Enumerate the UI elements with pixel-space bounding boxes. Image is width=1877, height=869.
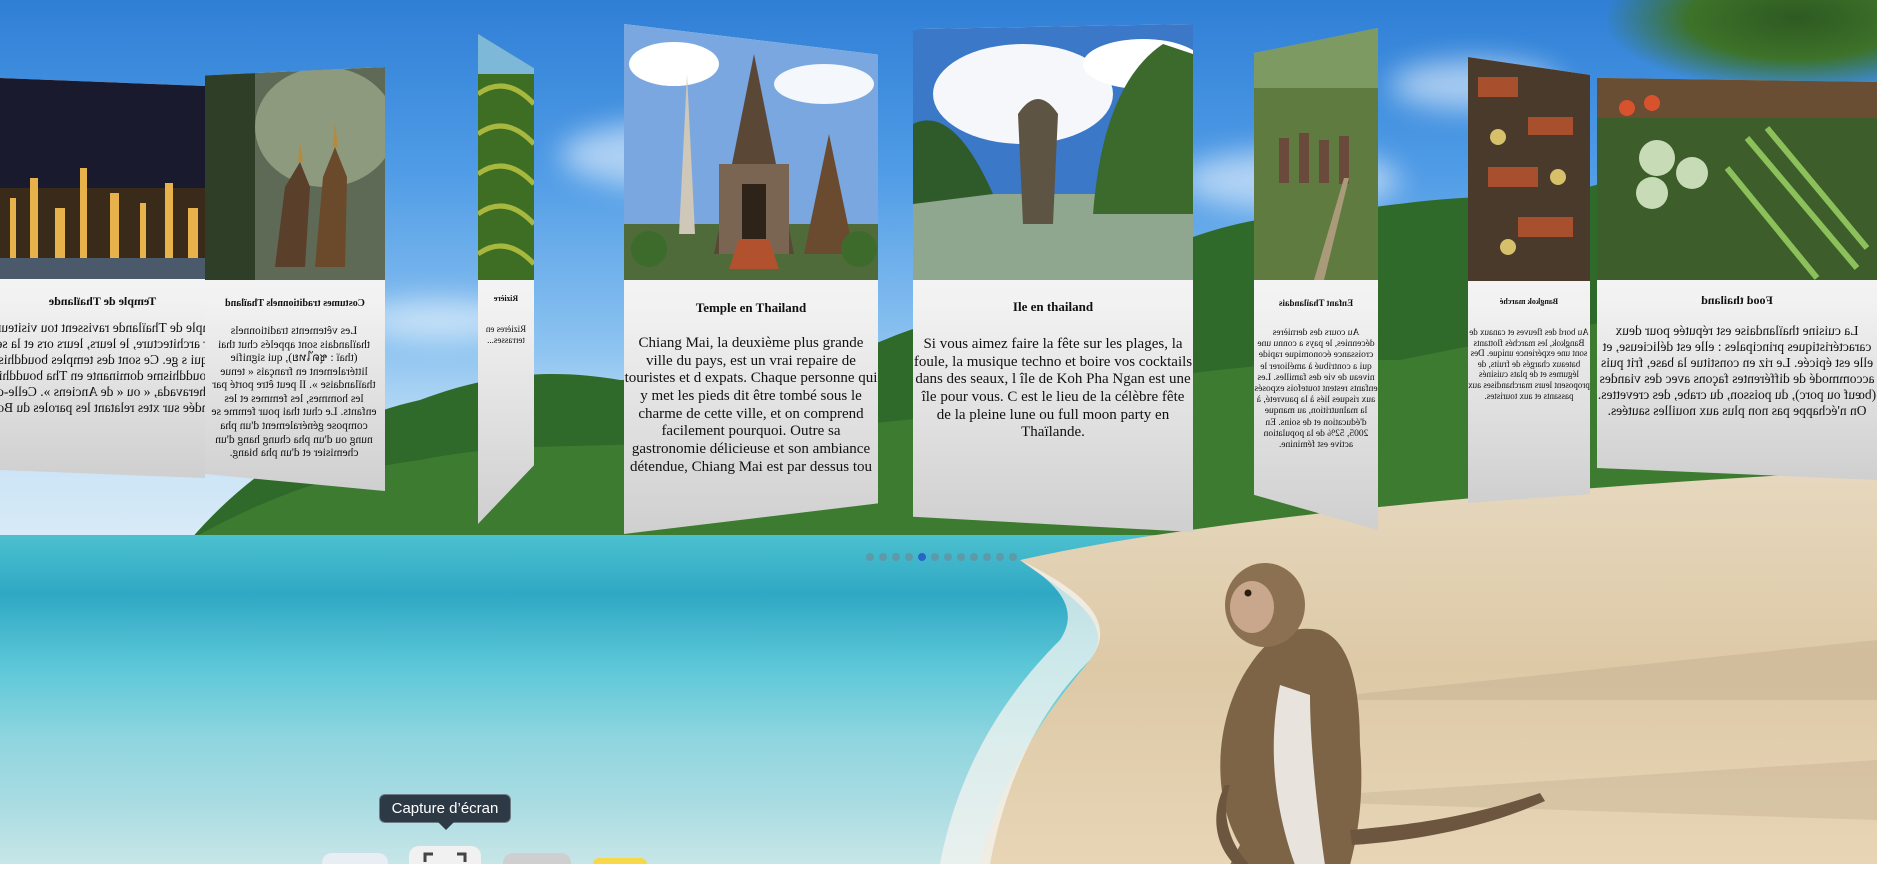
monkey [1216, 563, 1545, 864]
pagination-dot[interactable] [996, 553, 1004, 561]
card-image-children-field [1254, 28, 1378, 280]
tree-foliage [1607, 0, 1877, 90]
card-text: Au bord des fleuves et canaux de Bangkok… [1468, 327, 1590, 401]
card-image-traditional-dancers [205, 67, 385, 280]
carousel-card-temple-en-thailand[interactable]: Temple en Thailand Chiang Mai, la deuxiè… [624, 24, 878, 534]
card-text: Si vous aimez faire la fête sur les plag… [913, 336, 1193, 441]
dock-app-icon[interactable] [503, 853, 571, 864]
card-image-floating-market [1468, 57, 1590, 281]
pagination-dot[interactable] [879, 553, 887, 561]
carousel-card-bangkok-marche[interactable]: Bangkok marché Au bord des fleuves et ca… [1468, 57, 1590, 503]
card-title: Costumes traditionnels Thaïland [225, 298, 365, 309]
pagination-dot[interactable] [866, 553, 874, 561]
pagination-dot[interactable] [1009, 553, 1017, 561]
card-title: Food thailand [1701, 293, 1773, 307]
carousel-card-temple-de-thailande[interactable]: Temple de Thaïlande emple de Thaïlande r… [0, 78, 205, 478]
card-text: Chiang Mai, la deuxième plus grande vill… [624, 335, 878, 475]
card-text: Au cours des dernières décennies, le pay… [1254, 328, 1378, 451]
dock-tooltip: Capture d’écran [379, 794, 511, 830]
card-title: Rizière [493, 294, 519, 303]
pagination-dot-active[interactable] [918, 553, 926, 561]
screenshot-frame-icon [423, 852, 467, 862]
card-text: emple de Thaïlande ravissent tou visiteu… [0, 320, 205, 415]
dock-screenshot-icon[interactable] [409, 846, 481, 864]
card-image-island [913, 24, 1193, 280]
card-image-rice-terraces [478, 34, 534, 280]
carousel-card-rice-terraces[interactable]: Rizière Rizières en terrasses... [478, 34, 534, 524]
card-text: Les vêtements traditionnels thaïlandais … [211, 325, 377, 460]
card-image-vegetables [1597, 78, 1877, 280]
dock-finder-icon[interactable] [322, 853, 388, 864]
pagination-dot[interactable] [957, 553, 965, 561]
pagination-dot[interactable] [892, 553, 900, 561]
carousel-pagination[interactable] [866, 553, 1017, 561]
card-text: Rizières en terrasses... [485, 324, 527, 345]
dock-notes-icon[interactable] [593, 858, 647, 864]
pagination-dot[interactable] [944, 553, 952, 561]
card-text: La cuisine thaïlandaise est réputée pour… [1597, 323, 1877, 418]
card-title: Enfant Thaïlandais [1278, 298, 1354, 308]
card-title: Temple en Thailand [695, 300, 807, 315]
carousel-card-food-thailand[interactable]: Food thailand La cuisine thaïlandaise es… [1597, 78, 1877, 480]
pagination-dot[interactable] [970, 553, 978, 561]
card-image-bangkok-night [0, 78, 205, 279]
card-title: Bangkok marché [1499, 297, 1559, 306]
carousel-card-enfant-thailandais[interactable]: Enfant Thaïlandais Au cours des dernière… [1254, 28, 1378, 530]
carousel-card-costumes-traditionnels[interactable]: Costumes traditionnels Thaïland Les vête… [205, 67, 385, 491]
card-title: Temple de Thaïlande [48, 294, 157, 308]
pagination-dot[interactable] [905, 553, 913, 561]
card-title: Ile en thailand [1012, 299, 1094, 314]
pagination-dot[interactable] [931, 553, 939, 561]
card-image-temple [624, 24, 878, 280]
carousel-card-ile-en-thailand[interactable]: Ile en thailand Si vous aimez faire la f… [913, 24, 1193, 532]
pagination-dot[interactable] [983, 553, 991, 561]
